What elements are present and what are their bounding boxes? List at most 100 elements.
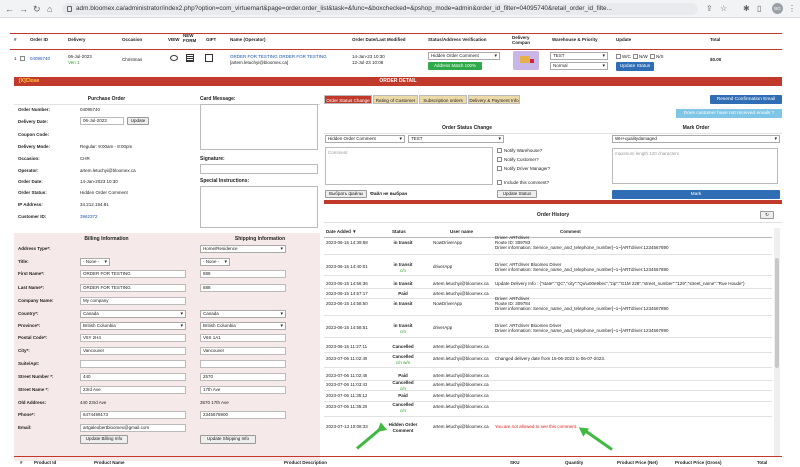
update-billing-button[interactable]: Update Billing Info [80, 435, 128, 444]
wc-checkbox[interactable] [616, 54, 621, 59]
billing-street_number-input[interactable]: 440 [80, 373, 186, 381]
include-comment-checkbox[interactable] [497, 180, 502, 185]
update-status-button[interactable]: Update Status [616, 62, 654, 71]
view-eye-icon[interactable] [170, 55, 178, 61]
shipping-city-input[interactable]: Vancouver [200, 347, 286, 355]
shipping-address_type-select[interactable]: Home/Residence [200, 245, 286, 253]
bookmark-star-icon[interactable]: ☆ [720, 4, 727, 13]
billing-field-label: Phone*: [18, 412, 36, 417]
reload-icon[interactable]: ↻ [33, 4, 41, 14]
address-bar[interactable]: adm.bloomex.ca/administrator/index2.php?… [62, 3, 698, 15]
billing-city-input[interactable]: Vancouver [80, 347, 186, 355]
nw-checkbox[interactable] [633, 54, 638, 59]
shipping-country-select[interactable]: Canada [200, 310, 286, 318]
billing-title-select[interactable]: - None - [80, 258, 110, 266]
menu-icon[interactable]: ⋮ [788, 4, 796, 13]
billing-field-label: Postal Code*: [18, 335, 48, 340]
history-status-sub: c/n w/n [395, 360, 411, 365]
card-message-title: Card Message: [200, 96, 236, 102]
new-form-icon[interactable] [186, 54, 194, 62]
billing-last_name-input[interactable]: ORDER FOR TESTING [80, 284, 186, 292]
customer-name-link[interactable]: ORDER FOR TESTING ORDER FOR TESTING [230, 54, 327, 59]
choose-files-button[interactable]: Выбрать файлы [325, 190, 367, 198]
shipping-postal-input[interactable]: V6S 1A1 [200, 334, 286, 342]
shipping-phone-input[interactable]: 2345678900 [200, 411, 286, 419]
shipping-title-select[interactable]: - None - [200, 258, 230, 266]
notify-warehouse-checkbox[interactable] [497, 148, 502, 153]
signature-input[interactable] [200, 164, 318, 174]
delivery-date-input[interactable]: 06-Jul-2023 [80, 117, 124, 125]
home-icon[interactable]: ⌂ [47, 4, 52, 14]
shipping-first_name-input[interactable]: 888 [200, 270, 286, 278]
orders-col-header: Update [616, 37, 632, 42]
share-icon[interactable]: ⇪ [706, 4, 713, 13]
order-id-link[interactable]: 04095740 [30, 56, 50, 61]
priority-select[interactable]: Normal [550, 62, 608, 70]
delivery-date-update-button[interactable]: Update [127, 117, 149, 125]
customer-id-link[interactable]: 3962372 [80, 214, 98, 219]
billing-field-label: City*: [18, 348, 30, 353]
delivery-truck-icon[interactable] [513, 51, 539, 70]
card-message-textarea[interactable] [200, 104, 318, 150]
history-user: driverApp [433, 264, 453, 269]
not-received-emails-button[interactable]: Does customer have not received emails ? [676, 109, 782, 118]
shipping-street_number-input[interactable]: 2570 [200, 373, 286, 381]
resend-confirmation-button[interactable]: Resend Confirmation Email [710, 95, 782, 104]
ns-checkbox[interactable] [650, 54, 655, 59]
shipping-province-select[interactable]: British Columbia [200, 322, 286, 330]
notify-driver-checkbox[interactable] [497, 166, 502, 171]
notify-customer-checkbox[interactable] [497, 157, 502, 162]
billing-field-label: Old Address: [18, 400, 47, 405]
billing-country-select[interactable]: Canada [80, 310, 186, 318]
history-row-divider [324, 416, 772, 417]
orders-col-header: VIEW [168, 37, 180, 42]
tab-delivery-payment-info[interactable]: Delivery & Payment Info [468, 95, 520, 104]
back-icon[interactable]: ← [5, 4, 14, 14]
tab-rating-of-customer[interactable]: Rating of Customer [373, 95, 418, 104]
history-date: 2023-07-06 11:02:49 [326, 356, 368, 361]
billing-field-label: Last Name*: [18, 285, 45, 290]
billing-province-select[interactable]: British Columbia [80, 322, 186, 330]
billing-company-input[interactable]: My company [80, 297, 186, 305]
operator-email: [artem.letuchyi@bloomex.ca] [230, 60, 289, 65]
billing-street_name-input[interactable]: 23rd Ave [80, 386, 186, 394]
extensions-icon[interactable]: ✱ [743, 4, 750, 13]
refresh-history-button[interactable]: ↻ [760, 211, 774, 219]
mark-order-select[interactable]: WH+qualitydamaged [612, 135, 780, 143]
billing-first_name-input[interactable]: ORDER FOR TESTING [80, 270, 186, 278]
tab-subscription-orders[interactable]: Subscription orders [419, 95, 467, 104]
history-status: Cancelled [392, 344, 414, 349]
history-scrollbar[interactable] [774, 228, 780, 456]
sidebar-icon[interactable]: ▯ [757, 4, 761, 13]
history-col-header: Date Added ▼ [326, 229, 357, 234]
order-status-select[interactable]: Hidden Order Comment [428, 52, 500, 60]
shipping-last_name-input[interactable]: 888 [200, 284, 286, 292]
avatar[interactable]: BG [772, 3, 783, 14]
billing-postal-input[interactable]: V5Y 2H4 [80, 334, 186, 342]
shipping-suite-input[interactable] [200, 360, 286, 368]
history-row-divider [324, 337, 772, 338]
history-date: 2023-07-06 11:35:29 [326, 404, 368, 409]
update-shipping-button[interactable]: Update Shipping Info [200, 435, 256, 444]
forward-icon[interactable]: → [19, 4, 28, 14]
special-instructions-title: Special Instructions: [200, 178, 250, 184]
billing-phone-input[interactable]: 6474499173 [80, 411, 186, 419]
shipping-street_name-input[interactable]: 17th Ave [200, 386, 286, 394]
special-instructions-textarea[interactable] [200, 186, 318, 228]
row-checkbox[interactable] [20, 56, 25, 61]
status-change-select[interactable]: Hidden Order Comment [325, 135, 405, 143]
signature-title: Signature: [200, 156, 225, 162]
mark-order-textarea[interactable]: maximum length 120 characters [612, 148, 778, 184]
billing-email-input[interactable]: artgaleobertbloomex@gmail.com [80, 424, 186, 432]
history-row-divider [324, 254, 772, 255]
warehouse-select[interactable]: TEST [550, 52, 608, 60]
tab-order-status-change[interactable]: Order Status Change [324, 95, 372, 104]
status-warehouse-select[interactable]: TEST [408, 135, 504, 143]
comment-textarea[interactable]: Comment [325, 147, 493, 185]
delivery-mode-label: Delivery Mode: [18, 144, 51, 149]
gift-icon[interactable] [205, 54, 213, 62]
billing-suite-input[interactable] [80, 360, 186, 368]
mark-button[interactable]: Mark [612, 190, 780, 199]
update-status-change-button[interactable]: Update Status [497, 190, 537, 198]
history-status: Cancelled [392, 402, 414, 407]
